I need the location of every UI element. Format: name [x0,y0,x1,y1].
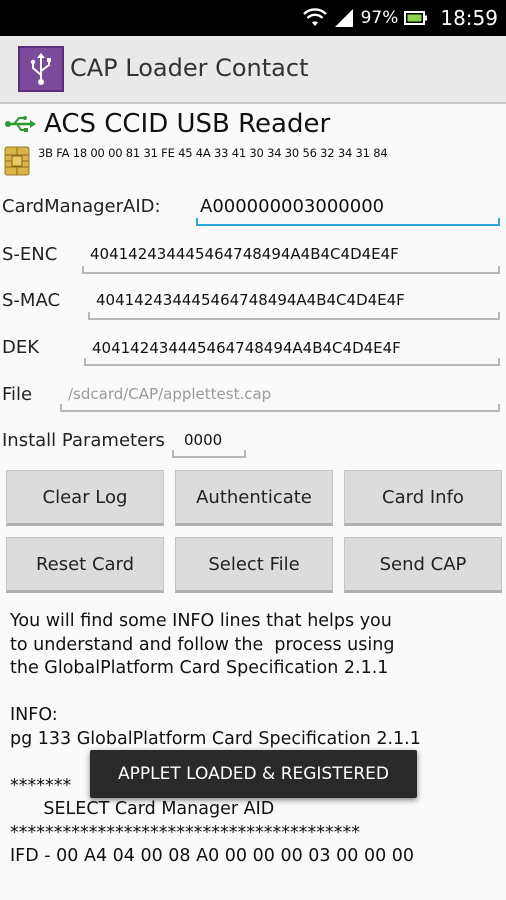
card-manager-aid-label: CardManagerAID: [2,196,161,217]
input-tick [172,450,174,456]
log-line: to understand and follow the process usi… [10,634,395,655]
battery-percent: 97% [360,8,399,28]
authenticate-button[interactable]: Authenticate [175,470,333,526]
reader-row: ACS CCID USB Reader [4,108,330,140]
log-output[interactable]: You will find some INFO lines that helps… [10,610,500,869]
install-parameters-underline [172,456,246,458]
cell-signal-icon [333,8,355,28]
atr-value: 3B FA 18 00 00 81 31 FE 45 4A 33 41 30 3… [38,146,388,160]
reader-name: ACS CCID USB Reader [44,109,331,139]
install-parameters-input[interactable]: 0000 [184,431,222,449]
battery-icon [404,10,428,26]
clock: 18:59 [440,6,498,30]
usb-connected-icon [4,115,36,133]
input-tick [82,266,84,272]
select-file-button[interactable]: Select File [175,537,333,593]
wifi-icon [302,8,327,28]
s-mac-label: S-MAC [2,290,61,311]
input-tick [498,218,500,224]
app-title: CAP Loader Contact [70,54,309,82]
log-line: INFO: [10,705,58,725]
s-enc-underline [82,272,500,274]
status-bar: 97% 18:59 [0,0,506,36]
card-manager-aid-input[interactable]: A000000003000000 [200,196,384,217]
app-usb-icon[interactable] [18,46,64,92]
input-tick [84,358,86,364]
status-icons: 97% 18:59 [302,0,498,36]
toast-message: APPLET LOADED & REGISTERED [90,750,417,798]
input-tick [498,358,500,364]
s-enc-input[interactable]: 404142434445464748494A4B4C4D4E4F [90,245,399,263]
log-line: You will find some INFO lines that helps… [10,611,392,631]
smartcard-chip-icon [4,146,30,176]
card-manager-aid-underline [196,224,500,226]
file-input[interactable]: /sdcard/CAP/applettest.cap [68,385,271,403]
clear-log-button[interactable]: Clear Log [6,470,164,526]
input-tick [498,404,500,410]
action-bar: CAP Loader Contact [0,36,506,104]
input-tick [244,450,246,456]
file-underline [60,410,500,412]
install-parameters-label: Install Parameters [2,430,165,451]
send-cap-button[interactable]: Send CAP [344,537,502,593]
log-line: **************************************** [10,822,360,843]
file-label: File [2,384,33,405]
card-info-button[interactable]: Card Info [344,470,502,526]
log-line: IFD - 00 A4 04 00 08 A0 00 00 00 03 00 0… [10,846,415,866]
s-mac-underline [88,318,500,320]
input-tick [88,312,90,318]
log-line: the GlobalPlatform Card Specification 2.… [10,658,389,678]
reset-card-button[interactable]: Reset Card [6,537,164,593]
dek-label: DEK [2,337,40,358]
dek-input[interactable]: 404142434445464748494A4B4C4D4E4F [92,339,401,357]
log-line: SELECT Card Manager AID [10,799,275,819]
input-tick [196,218,198,224]
log-line: pg 133 GlobalPlatform Card Specification… [10,728,421,749]
atr-row: 3B FA 18 00 00 81 31 FE 45 4A 33 41 30 3… [4,144,388,176]
dek-underline [84,364,500,366]
input-tick [498,312,500,318]
s-mac-input[interactable]: 404142434445464748494A4B4C4D4E4F [96,291,405,309]
input-tick [60,404,62,410]
s-enc-label: S-ENC [2,244,58,265]
input-tick [498,266,500,272]
